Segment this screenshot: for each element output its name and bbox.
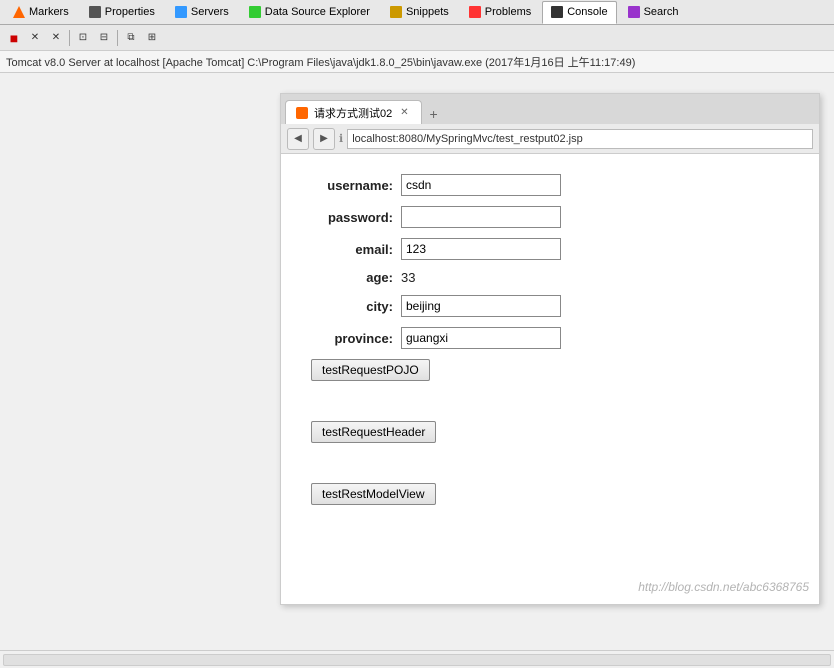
snippets-icon (390, 6, 402, 18)
pin-button[interactable]: ⊟ (94, 28, 114, 48)
test-rest-model-view-button[interactable]: testRestModelView (311, 483, 436, 505)
tab-problems[interactable]: Problems (460, 1, 540, 24)
age-row: age: 33 (311, 270, 789, 285)
watermark: http://blog.csdn.net/abc6368765 (638, 580, 809, 594)
console-icon (551, 6, 563, 18)
browser-tab-label: 请求方式测试02 (314, 105, 392, 121)
tab-servers[interactable]: Servers (166, 1, 238, 24)
search-icon (628, 6, 640, 18)
copy-button[interactable]: ⧉ (121, 28, 141, 48)
province-label: province: (311, 331, 401, 346)
browser-back-button[interactable]: ◀ (287, 128, 309, 150)
test-request-pojo-button[interactable]: testRequestPOJO (311, 359, 430, 381)
modelview-button-section: testRestModelView (311, 483, 789, 540)
tab-search[interactable]: Search (619, 1, 688, 24)
remove-button[interactable]: ✕ (46, 28, 66, 48)
stop-button[interactable]: ■ (4, 28, 24, 48)
pojo-button-section: testRequestPOJO (311, 359, 789, 416)
tab-properties-label: Properties (105, 6, 155, 18)
age-value: 33 (401, 270, 415, 285)
toolbar-separator-2 (117, 30, 118, 46)
city-row: city: (311, 295, 789, 317)
status-bar: Tomcat v8.0 Server at localhost [Apache … (0, 51, 834, 73)
password-input[interactable] (401, 206, 561, 228)
tab-snippets[interactable]: Snippets (381, 1, 458, 24)
header-button-section: testRequestHeader (311, 421, 789, 478)
toolbar-separator-1 (69, 30, 70, 46)
browser-new-tab[interactable]: + (424, 104, 444, 124)
city-label: city: (311, 299, 401, 314)
tab-datasource[interactable]: Data Source Explorer (240, 1, 379, 24)
username-label: username: (311, 178, 401, 193)
back-arrow-icon: ◀ (294, 133, 302, 144)
test-request-header-button[interactable]: testRequestHeader (311, 421, 436, 443)
browser-forward-button[interactable]: ▶ (313, 128, 335, 150)
main-content: 请求方式测试02 ✕ + ◀ ▶ ℹ username: (0, 73, 834, 650)
tab-servers-label: Servers (191, 6, 229, 18)
tab-datasource-label: Data Source Explorer (265, 6, 370, 18)
terminate-button[interactable]: ✕ (25, 28, 45, 48)
browser-tab-close[interactable]: ✕ (398, 107, 410, 118)
password-label: password: (311, 210, 401, 225)
horizontal-scrollbar[interactable] (3, 654, 831, 666)
city-input[interactable] (401, 295, 561, 317)
browser-url-input[interactable] (347, 129, 813, 149)
datasource-icon (249, 6, 261, 18)
tab-console[interactable]: Console (542, 1, 616, 24)
tab-problems-label: Problems (485, 6, 531, 18)
servers-icon (175, 6, 187, 18)
bottom-bar (0, 650, 834, 668)
tab-console-label: Console (567, 6, 607, 18)
browser-window: 请求方式测试02 ✕ + ◀ ▶ ℹ username: (280, 93, 820, 605)
province-row: province: (311, 327, 789, 349)
browser-info-icon: ℹ (339, 132, 343, 145)
new-tab-icon: + (430, 106, 438, 122)
tab-snippets-label: Snippets (406, 6, 449, 18)
tab-markers-label: Markers (29, 6, 69, 18)
paste-button[interactable]: ⊞ (142, 28, 162, 48)
tab-search-label: Search (644, 6, 679, 18)
age-label: age: (311, 270, 401, 285)
browser-tab-icon (296, 107, 308, 119)
password-row: password: (311, 206, 789, 228)
email-row: email: (311, 238, 789, 260)
browser-content: username: password: email: age: 33 city: (281, 154, 819, 604)
browser-tab-active[interactable]: 请求方式测试02 ✕ (285, 100, 422, 124)
problems-icon (469, 6, 481, 18)
username-input[interactable] (401, 174, 561, 196)
forward-arrow-icon: ▶ (320, 133, 328, 144)
browser-address-bar: ◀ ▶ ℹ (281, 124, 819, 154)
status-text: Tomcat v8.0 Server at localhost [Apache … (6, 54, 635, 70)
clear-button[interactable]: ⊡ (73, 28, 93, 48)
markers-icon (13, 6, 25, 18)
province-input[interactable] (401, 327, 561, 349)
tab-properties[interactable]: Properties (80, 1, 164, 24)
tab-markers[interactable]: Markers (4, 1, 78, 24)
browser-tab-bar: 请求方式测试02 ✕ + (281, 94, 819, 124)
email-input[interactable] (401, 238, 561, 260)
tab-bar: Markers Properties Servers Data Source E… (0, 0, 834, 25)
properties-icon (89, 6, 101, 18)
email-label: email: (311, 242, 401, 257)
toolbar: ■ ✕ ✕ ⊡ ⊟ ⧉ ⊞ (0, 25, 834, 51)
username-row: username: (311, 174, 789, 196)
